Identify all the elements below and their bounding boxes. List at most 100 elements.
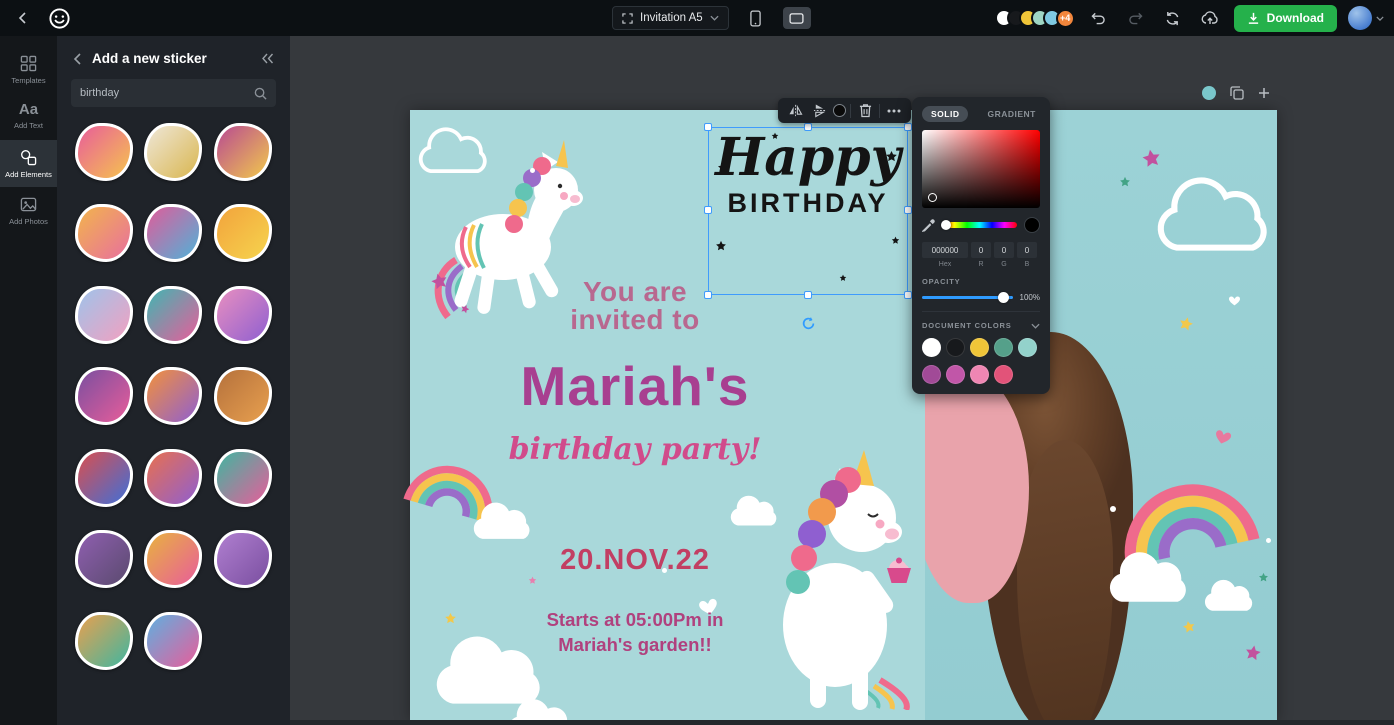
eyedropper-icon[interactable] <box>922 219 935 232</box>
opacity-slider[interactable] <box>922 296 1013 299</box>
sticker-birthday-girl[interactable] <box>144 449 202 507</box>
document-colors-shortcut[interactable]: +4 <box>995 9 1075 28</box>
canvas-scroll-strip[interactable] <box>290 720 1394 725</box>
selected-sticker-happy-birthday[interactable]: Happy BIRTHDAY <box>708 127 908 295</box>
doc-color-swatch[interactable] <box>970 365 989 384</box>
dot-decoration[interactable] <box>1266 538 1271 543</box>
sticker-happy-birthday-colorful[interactable] <box>144 204 202 262</box>
flip-vertical-icon[interactable] <box>809 101 829 121</box>
blue-input[interactable] <box>1017 242 1037 258</box>
hue-slider-handle[interactable] <box>941 220 951 230</box>
green-input[interactable] <box>994 242 1014 258</box>
opacity-slider-handle[interactable] <box>998 292 1009 303</box>
doc-color-swatch[interactable] <box>922 338 941 357</box>
heart-decoration[interactable] <box>1228 294 1241 307</box>
sticker-lion-party[interactable] <box>214 204 272 262</box>
doc-color-swatch[interactable] <box>946 338 965 357</box>
resize-handle-sw[interactable] <box>704 291 712 299</box>
doc-color-swatch[interactable] <box>994 338 1013 357</box>
details-text[interactable]: Starts at 05:00Pm in Mariah's garden!! <box>470 608 800 658</box>
tab-gradient[interactable]: GRADIENT <box>978 106 1044 122</box>
cloud-decoration[interactable] <box>468 498 534 542</box>
sticker-tiered-cake[interactable] <box>75 367 133 425</box>
doc-color-swatch[interactable] <box>1018 338 1037 357</box>
sticker-happy-birthday-script[interactable] <box>144 123 202 181</box>
sticker-happy-birthday-red[interactable] <box>75 449 133 507</box>
panel-collapse-button[interactable] <box>261 53 274 64</box>
add-page-icon[interactable] <box>1258 87 1270 99</box>
sticker-party-hat[interactable] <box>144 530 202 588</box>
cloud-outline-decoration[interactable] <box>414 124 490 174</box>
hex-input[interactable] <box>922 242 968 258</box>
sidebar-item-add-text[interactable]: Aa Add Text <box>0 93 57 140</box>
tab-solid[interactable]: SOLID <box>922 106 968 122</box>
sticker-pumpkin-birthday[interactable] <box>144 367 202 425</box>
sticker-bear[interactable] <box>214 530 272 588</box>
sticker-balloons[interactable] <box>144 286 202 344</box>
sticker-dachshund[interactable] <box>214 367 272 425</box>
design-canvas[interactable]: You are invited to Mariah's birthday par… <box>410 110 1277 721</box>
back-button[interactable] <box>10 5 36 31</box>
sticker-giraffe-party[interactable] <box>75 204 133 262</box>
star-decoration[interactable] <box>1243 643 1264 664</box>
cloud-decoration[interactable] <box>726 492 780 528</box>
resize-handle-w[interactable] <box>704 206 712 214</box>
doc-color-swatch[interactable] <box>922 365 941 384</box>
doc-color-swatch[interactable] <box>994 365 1013 384</box>
cloud-decoration[interactable] <box>1200 576 1256 613</box>
app-logo-icon[interactable] <box>46 5 72 31</box>
dot-decoration[interactable] <box>1110 506 1116 512</box>
mobile-preview-button[interactable] <box>743 5 769 31</box>
star-decoration[interactable] <box>1119 176 1131 188</box>
sticker-cat-gift[interactable] <box>75 612 133 670</box>
sticker-search-input[interactable] <box>80 87 254 99</box>
star-decoration[interactable] <box>1258 572 1269 583</box>
sticker-koala[interactable] <box>75 286 133 344</box>
sidebar-item-add-photos[interactable]: Add Photos <box>0 187 57 234</box>
date-text[interactable]: 20.NOV.22 <box>440 544 830 577</box>
sticker-gift-box[interactable] <box>214 123 272 181</box>
sticker-penguin[interactable] <box>75 530 133 588</box>
element-color-button[interactable] <box>833 104 846 117</box>
desktop-preview-button[interactable] <box>783 7 811 29</box>
cloud-decoration[interactable] <box>1102 546 1192 605</box>
star-decoration[interactable] <box>1139 146 1163 170</box>
sticker-cupcake[interactable] <box>214 286 272 344</box>
document-size-selector[interactable]: Invitation A5 <box>612 6 729 30</box>
panel-back-button[interactable] <box>73 53 81 65</box>
sticker-birthday-cake[interactable] <box>75 123 133 181</box>
star-decoration[interactable] <box>444 612 457 625</box>
dot-decoration[interactable] <box>530 168 535 173</box>
delete-element-icon[interactable] <box>855 101 875 121</box>
page-background-color-button[interactable] <box>1202 86 1216 100</box>
undo-button[interactable] <box>1086 5 1112 31</box>
doc-color-swatch[interactable] <box>970 338 989 357</box>
resize-handle-n[interactable] <box>804 123 812 131</box>
sidebar-item-templates[interactable]: Templates <box>0 46 57 93</box>
party-text[interactable]: birthday party! <box>440 432 830 467</box>
resize-handle-s[interactable] <box>804 291 812 299</box>
hue-slider[interactable] <box>942 222 1017 228</box>
sticker-gifts-yay[interactable] <box>214 449 272 507</box>
rotate-handle[interactable] <box>801 316 816 331</box>
sticker-cake-candle[interactable] <box>144 612 202 670</box>
star-decoration[interactable] <box>1181 619 1198 636</box>
duplicate-page-icon[interactable] <box>1230 86 1244 100</box>
flip-horizontal-icon[interactable] <box>785 101 805 121</box>
name-text[interactable]: Mariah's <box>440 354 830 418</box>
redo-button[interactable] <box>1123 5 1149 31</box>
sync-button[interactable] <box>1160 5 1186 31</box>
saturation-value-field[interactable] <box>922 130 1040 208</box>
resize-handle-se[interactable] <box>904 291 912 299</box>
more-options-icon[interactable] <box>884 101 904 121</box>
resize-handle-e[interactable] <box>904 206 912 214</box>
cloud-outline-decoration[interactable] <box>1150 172 1272 253</box>
doc-color-swatch[interactable] <box>946 365 965 384</box>
sv-marker[interactable] <box>928 193 937 202</box>
download-button[interactable]: Download <box>1234 5 1337 32</box>
resize-handle-ne[interactable] <box>904 123 912 131</box>
red-input[interactable] <box>971 242 991 258</box>
sidebar-item-add-elements[interactable]: Add Elements <box>0 140 57 187</box>
resize-handle-nw[interactable] <box>704 123 712 131</box>
account-menu[interactable] <box>1348 6 1384 30</box>
